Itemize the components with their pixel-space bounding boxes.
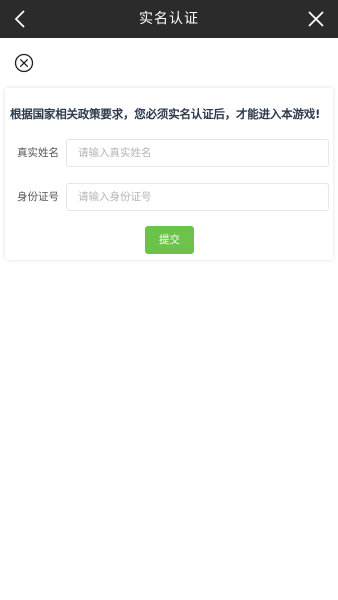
real-name-input[interactable] <box>66 139 329 167</box>
id-number-input[interactable] <box>66 183 329 211</box>
policy-notice: 根据国家相关政策要求，您必须实名认证后，才能进入本游戏! <box>10 107 321 121</box>
real-name-label: 真实姓名 <box>17 147 59 159</box>
verification-card: 根据国家相关政策要求，您必须实名认证后，才能进入本游戏! 真实姓名 身份证号 提… <box>5 88 333 260</box>
submit-button[interactable]: 提交 <box>145 226 194 254</box>
circle-close-icon <box>14 53 34 73</box>
title-bar: 实名认证 <box>0 0 338 38</box>
close-button[interactable] <box>306 9 326 29</box>
dismiss-button[interactable] <box>14 53 34 73</box>
close-icon <box>308 11 324 27</box>
id-number-label: 身份证号 <box>17 191 59 203</box>
page-title: 实名认证 <box>139 11 199 27</box>
